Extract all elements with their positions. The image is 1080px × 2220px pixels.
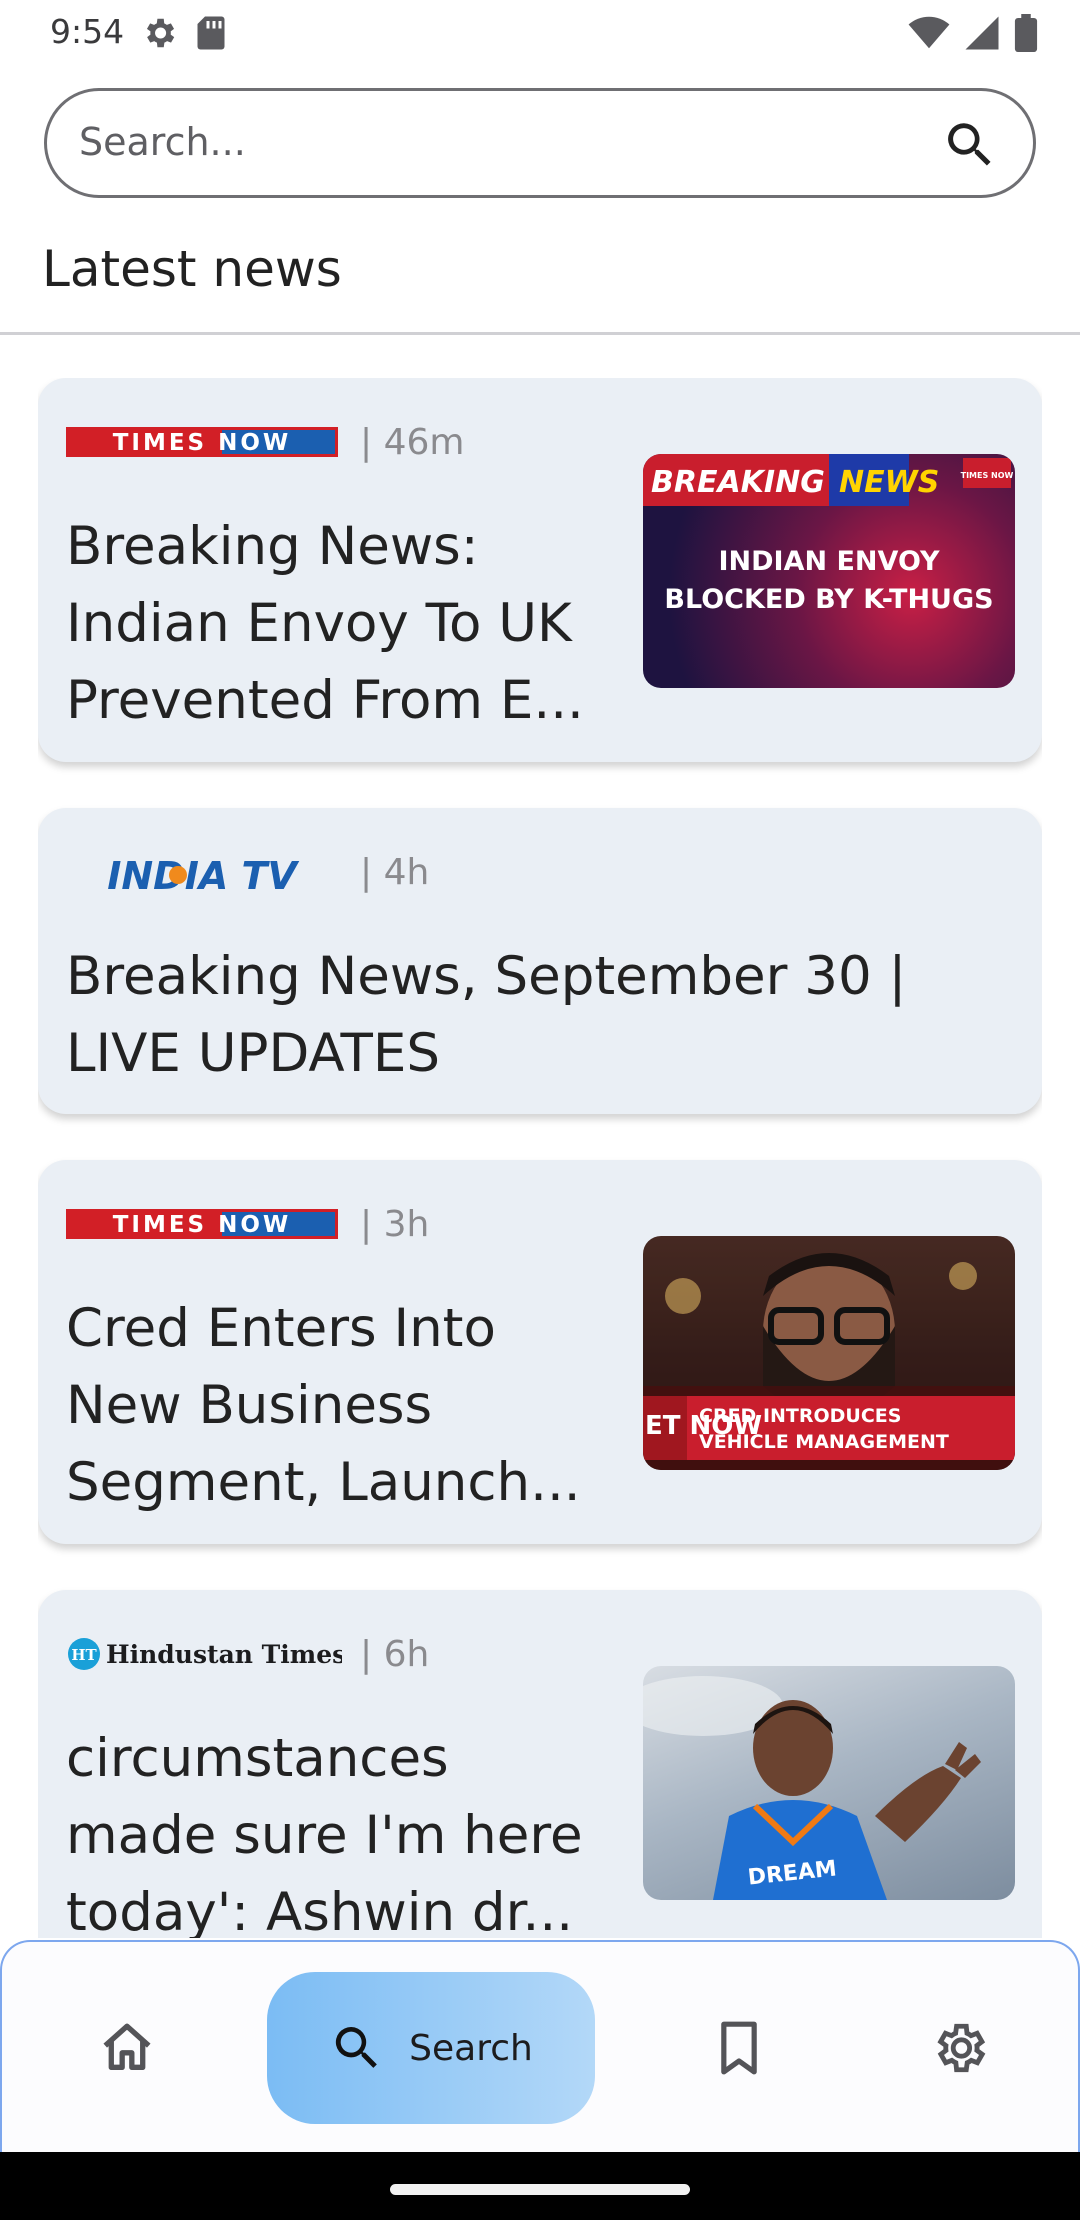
status-time: 9:54 <box>50 12 125 51</box>
news-thumbnail[interactable]: ET NOW CRED INTRODUCES VEHICLE MANAGEMEN… <box>643 1236 1015 1470</box>
svg-text:INDIA TV: INDIA TV <box>107 854 299 897</box>
search-icon[interactable] <box>941 116 999 174</box>
news-headline[interactable]: Cred Enters Into New Business Segment, L… <box>66 1290 626 1521</box>
news-thumbnail[interactable]: BREAKING NEWS TIMES NOW INDIAN ENVOY BLO… <box>643 454 1015 688</box>
nav-search[interactable]: Search <box>267 1972 595 2124</box>
news-card[interactable]: TIMES NOW | 46m Breaking News: Indian En… <box>38 378 1042 762</box>
news-card[interactable]: HT Hindustan Times | 6h circumstances ma… <box>38 1590 1042 1938</box>
svg-text:HT: HT <box>71 1646 97 1664</box>
nav-settings[interactable] <box>904 1972 1014 2124</box>
svg-text:Hindustan Times: Hindustan Times <box>106 1640 342 1669</box>
svg-text:CRED INTRODUCES: CRED INTRODUCES <box>699 1405 901 1427</box>
timesnow-logo: TIMES NOW <box>66 1206 342 1242</box>
section-title: Latest news <box>42 240 342 298</box>
svg-text:VEHICLE MANAGEMENT: VEHICLE MANAGEMENT <box>699 1431 949 1453</box>
svg-text:TIMES NOW: TIMES NOW <box>961 471 1014 480</box>
news-feed[interactable]: TIMES NOW | 46m Breaking News: Indian En… <box>38 378 1042 1938</box>
wifi-icon <box>908 16 950 49</box>
news-card[interactable]: INDIA TV | 4h Breaking News, September 3… <box>38 808 1042 1114</box>
news-age: | 4h <box>360 851 430 893</box>
nav-bookmarks[interactable] <box>684 1972 794 2124</box>
nav-home[interactable] <box>72 1972 182 2124</box>
news-card[interactable]: TIMES NOW | 3h Cred Enters Into New Busi… <box>38 1160 1042 1544</box>
news-age: | 3h <box>360 1203 430 1245</box>
status-bar: 9:54 <box>0 0 1080 66</box>
search-icon <box>336 2027 377 2068</box>
news-headline[interactable]: Breaking News: Indian Envoy To UK Preven… <box>66 508 626 739</box>
hindustantimes-logo: HT Hindustan Times <box>66 1636 342 1672</box>
divider <box>0 332 1080 335</box>
home-icon <box>103 2023 151 2070</box>
gear-icon <box>937 2023 986 2073</box>
home-gesture-handle[interactable] <box>390 2184 690 2195</box>
svg-text:INDIAN ENVOY: INDIAN ENVOY <box>719 546 940 577</box>
indiatv-logo: INDIA TV <box>66 854 342 897</box>
news-age: | 46m <box>360 421 465 463</box>
screen: 9:54 Latest news <box>0 0 1080 2220</box>
search-bar[interactable] <box>44 88 1036 198</box>
svg-text:TIMES NOW: TIMES NOW <box>113 430 292 456</box>
bookmark-icon <box>721 2021 757 2075</box>
news-age: | 6h <box>360 1633 430 1675</box>
news-thumbnail[interactable]: DREAM <box>643 1666 1015 1900</box>
timesnow-logo: TIMES NOW <box>66 424 342 460</box>
sd-card-icon <box>197 16 225 50</box>
signal-icon <box>965 16 999 50</box>
search-input[interactable] <box>79 107 939 177</box>
svg-text:BREAKING: BREAKING <box>651 465 825 500</box>
bottom-nav: Search <box>0 1940 1080 2152</box>
news-headline[interactable]: circumstances made sure I'm here today':… <box>66 1720 626 1938</box>
news-headline[interactable]: Breaking News, September 30 | LIVE UPDAT… <box>66 938 1006 1092</box>
settings-status-icon <box>146 18 175 48</box>
svg-text:TIMES NOW: TIMES NOW <box>113 1212 292 1238</box>
nav-search-label: Search <box>409 2027 533 2069</box>
svg-text:BLOCKED BY K-THUGS: BLOCKED BY K-THUGS <box>664 584 993 615</box>
battery-icon <box>1014 14 1038 52</box>
svg-text:NEWS: NEWS <box>839 465 939 500</box>
